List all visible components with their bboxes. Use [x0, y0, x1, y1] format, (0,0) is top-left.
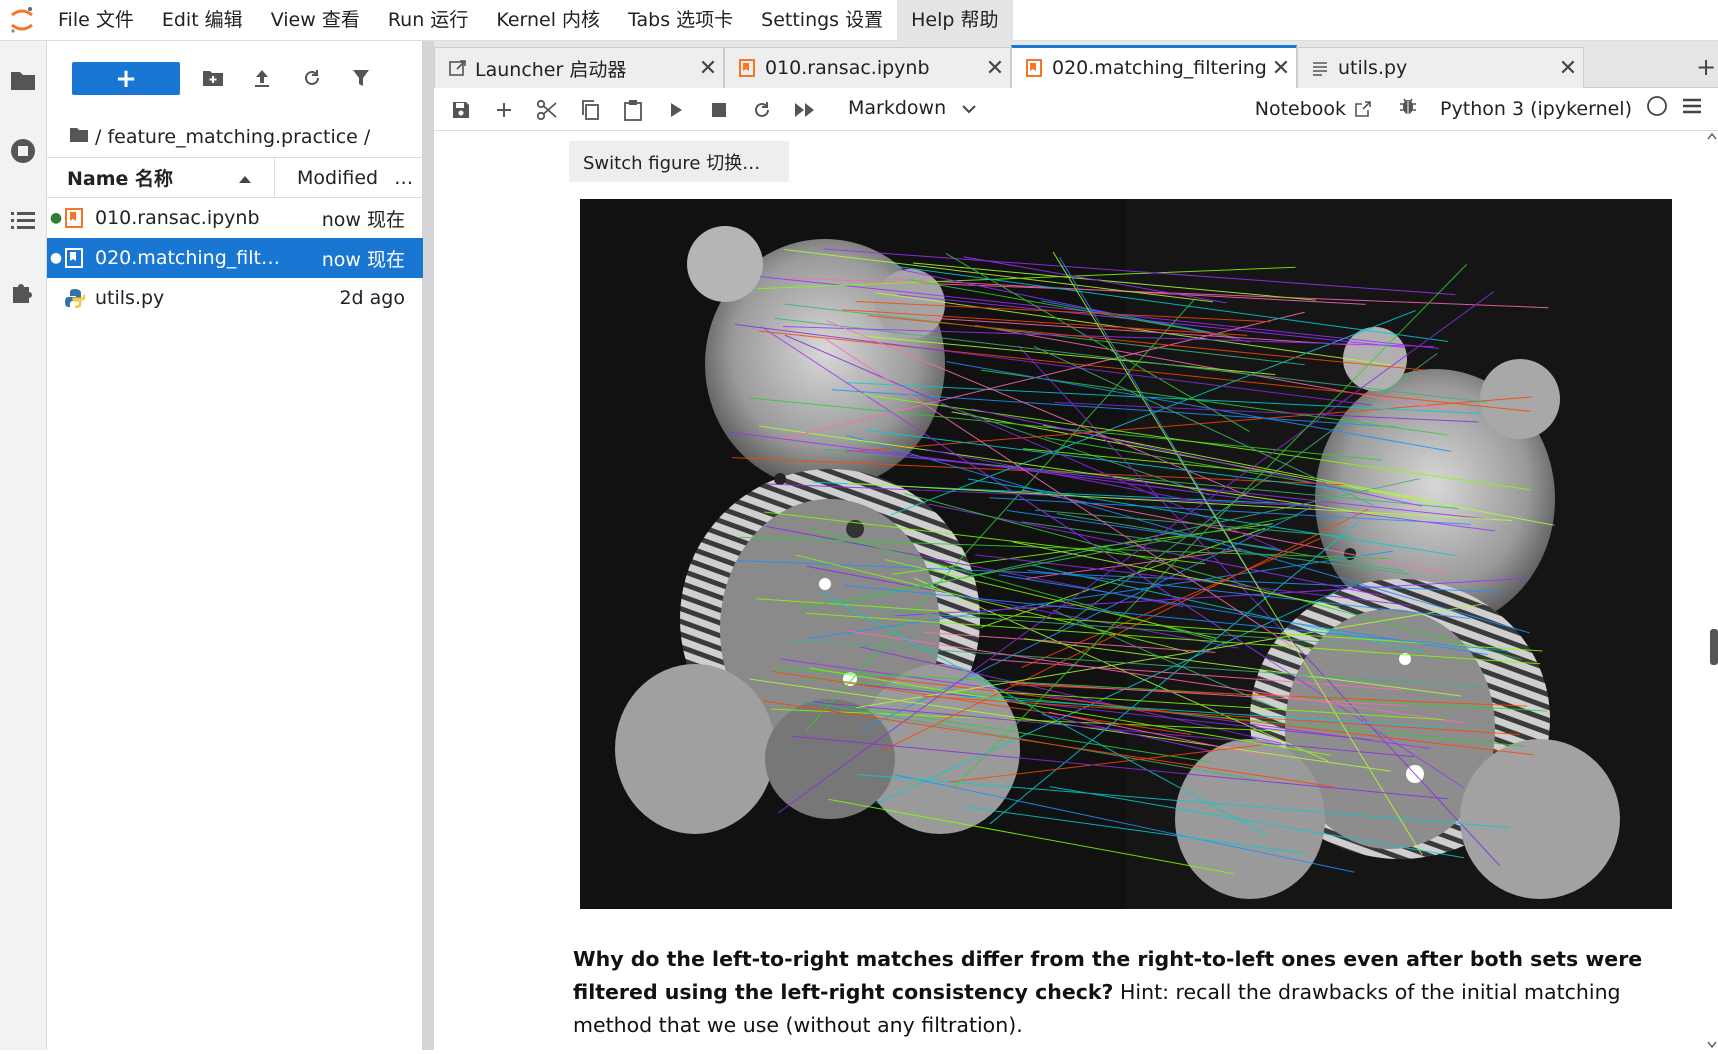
file-modified: now 现在 [321, 248, 405, 271]
switch-figure-button[interactable]: Switch figure 切换… [569, 141, 789, 182]
feature-matches-figure [580, 199, 1672, 909]
notebook-icon [65, 247, 95, 269]
new-folder-icon[interactable] [200, 65, 226, 91]
menu-edit[interactable]: Edit 编辑 [148, 0, 257, 41]
notebook-icon [739, 59, 765, 77]
close-icon[interactable]: ✕ [1266, 56, 1296, 81]
activity-bar [0, 41, 47, 1050]
menu-run[interactable]: Run 运行 [374, 0, 482, 41]
menu-view[interactable]: View 查看 [257, 0, 374, 41]
add-tab-icon[interactable]: + [1696, 53, 1716, 81]
tab-bar: Launcher 启动器 ✕ 010.ransac.ipynb ✕ 020.ma… [434, 41, 1718, 88]
markdown-question: Why do the left-to-right matches differ … [573, 943, 1663, 1042]
kernel-name[interactable]: Python 3 (ipykernel) [1440, 98, 1632, 120]
main-area: Launcher 启动器 ✕ 010.ransac.ipynb ✕ 020.ma… [434, 41, 1718, 1050]
menu-settings[interactable]: Settings 设置 [747, 0, 897, 41]
sort-ascending-icon [238, 167, 252, 189]
file-modified: 2d ago [339, 287, 405, 309]
upload-icon[interactable] [249, 65, 275, 91]
notebook-content: Switch figure 切换… Why do the left-to-rig… [434, 131, 1718, 1050]
column-modified-label: Modified [297, 166, 379, 189]
table-of-contents-icon[interactable] [8, 206, 38, 236]
file-name: utils.py [95, 287, 165, 309]
tab-ransac[interactable]: 010.ransac.ipynb ✕ [724, 47, 1011, 88]
kernel-status-idle-icon [1646, 95, 1668, 122]
scrollbar[interactable] [1706, 131, 1718, 1050]
jupyter-logo-icon [0, 0, 44, 41]
notebook-toolbar: Markdown Notebook Python 3 (ipykernel) [434, 88, 1718, 131]
menu-tabs[interactable]: Tabs 选项卡 [614, 0, 747, 41]
running-sessions-icon[interactable] [8, 136, 38, 166]
filter-icon[interactable] [348, 65, 374, 91]
notebook-toolbar-right: Notebook Python 3 (ipykernel) [1255, 95, 1702, 122]
column-more-label: … [394, 166, 414, 189]
new-launcher-button[interactable]: + [72, 62, 180, 95]
copy-icon[interactable] [577, 97, 603, 123]
external-link-icon [1355, 100, 1371, 117]
run-cell-icon[interactable] [663, 97, 689, 123]
close-icon[interactable]: ✕ [980, 56, 1010, 81]
menu-bar: File 文件 Edit 编辑 View 查看 Run 运行 Kernel 内核… [0, 0, 1718, 41]
tab-label: 020.matching_filtering.ipy [1052, 57, 1266, 79]
notebook-icon [1026, 59, 1052, 77]
extensions-puzzle-icon[interactable] [8, 277, 38, 307]
tab-label: Launcher 启动器 [475, 58, 627, 81]
column-name-header[interactable]: Name 名称 [47, 158, 275, 197]
tab-launcher[interactable]: Launcher 启动器 ✕ [434, 47, 724, 88]
menu-file[interactable]: File 文件 [44, 0, 148, 41]
tab-matching-filtering[interactable]: 020.matching_filtering.ipy ✕ [1011, 45, 1297, 88]
chevron-down-icon [962, 97, 976, 119]
file-name: 010.ransac.ipynb [95, 207, 260, 229]
run-all-icon[interactable] [792, 97, 818, 123]
folder-icon[interactable] [8, 65, 38, 95]
file-row[interactable]: utils.py 2d ago [47, 278, 423, 318]
text-file-icon [1312, 60, 1338, 76]
file-browser-toolbar: + [47, 41, 423, 117]
breadcrumb-path[interactable]: / feature_matching.practice / [95, 126, 370, 148]
cell-type-value: Markdown [848, 97, 947, 119]
close-icon[interactable]: ✕ [693, 56, 723, 81]
column-name-label: Name 名称 [67, 168, 174, 190]
open-in-notebook-link[interactable]: Notebook [1255, 98, 1372, 120]
stop-icon[interactable] [706, 97, 732, 123]
menu-hamburger-icon[interactable] [1682, 97, 1702, 120]
column-modified-header[interactable]: Modified … [275, 167, 423, 189]
file-modified: now 现在 [321, 208, 405, 231]
refresh-icon[interactable] [299, 65, 325, 91]
paste-icon[interactable] [620, 97, 646, 123]
cell-type-select[interactable]: Markdown [848, 97, 976, 119]
file-list-header: Name 名称 Modified … [47, 157, 423, 198]
save-icon[interactable] [448, 97, 474, 123]
file-name: 020.matching_filt… [95, 247, 280, 269]
close-icon[interactable]: ✕ [1553, 56, 1583, 81]
notebook-icon [65, 207, 95, 229]
running-indicator-icon: ● [49, 250, 63, 266]
debugger-bug-icon[interactable] [1398, 96, 1418, 121]
notebook-link-label: Notebook [1254, 97, 1347, 120]
menu-help[interactable]: Help 帮助 [897, 0, 1013, 41]
breadcrumb: / feature_matching.practice / [69, 117, 370, 157]
file-browser: + / feature_matching.practice / Name 名称 … [47, 41, 423, 1050]
tab-label: utils.py [1338, 57, 1408, 79]
menu-kernel[interactable]: Kernel 内核 [482, 0, 614, 41]
folder-icon[interactable] [69, 126, 89, 148]
file-row[interactable]: ● 010.ransac.ipynb now 现在 [47, 198, 423, 238]
tab-utils[interactable]: utils.py ✕ [1297, 47, 1584, 88]
panel-splitter[interactable] [423, 41, 434, 1050]
running-indicator-icon: ● [49, 210, 63, 226]
insert-cell-icon[interactable] [491, 97, 517, 123]
launcher-icon [449, 59, 475, 77]
python-file-icon [65, 287, 95, 309]
tab-label: 010.ransac.ipynb [765, 57, 930, 79]
restart-kernel-icon[interactable] [749, 97, 775, 123]
cut-icon[interactable] [534, 97, 560, 123]
file-row[interactable]: ● 020.matching_filt… now 现在 [47, 238, 423, 278]
